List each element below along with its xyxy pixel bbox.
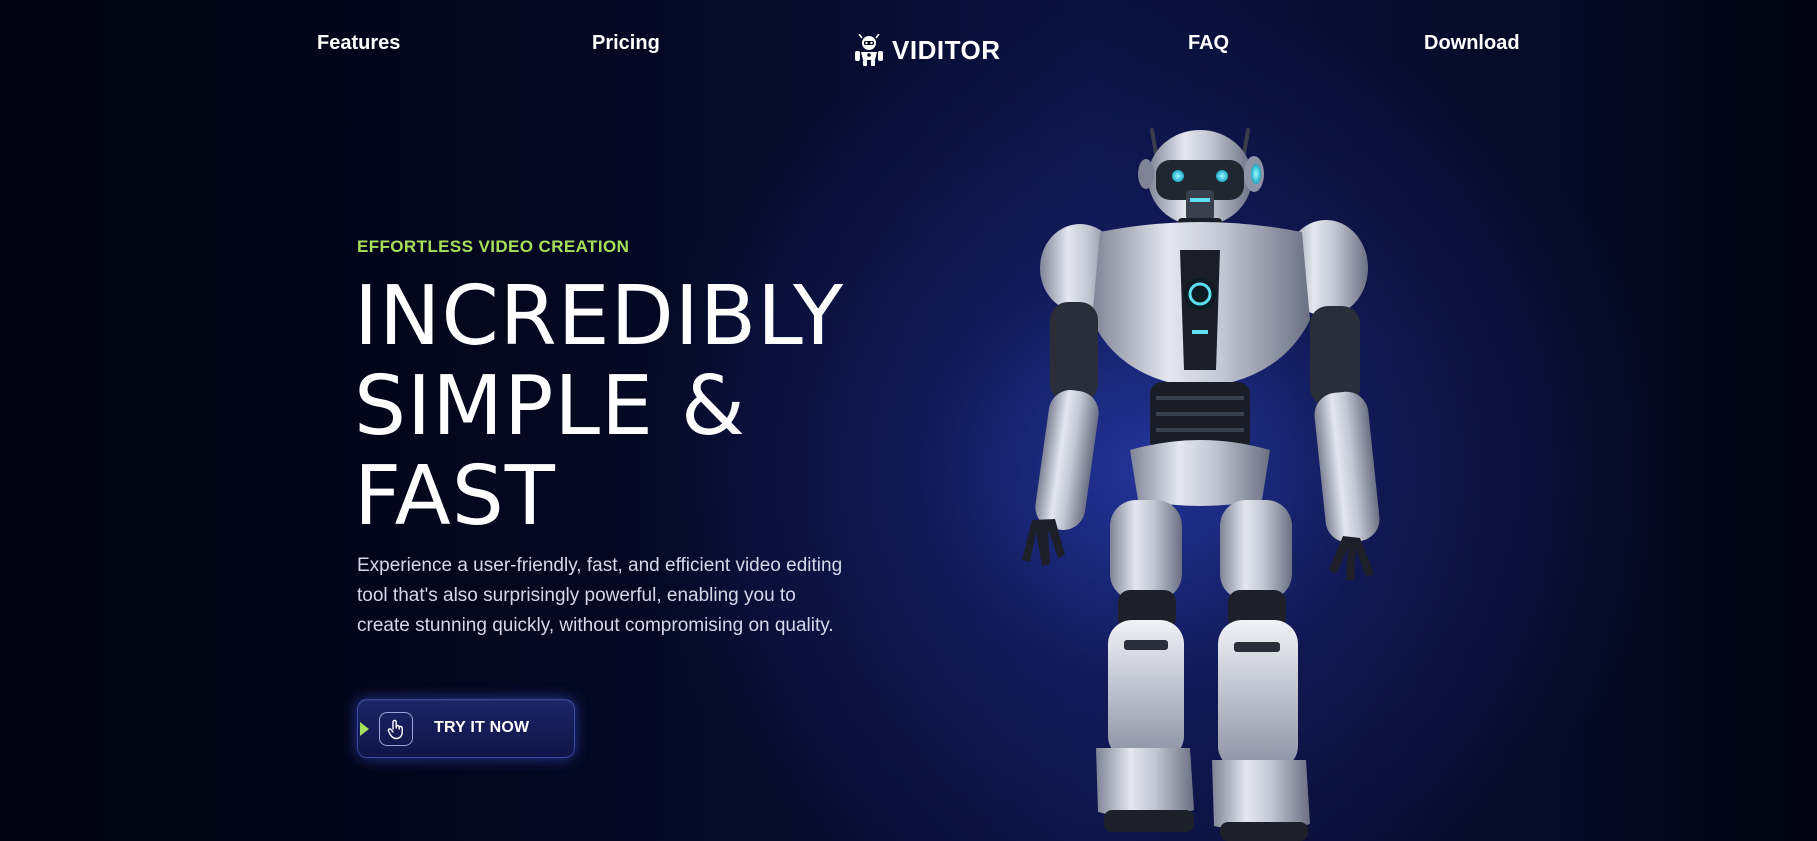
try-it-now-label: TRY IT NOW (434, 719, 530, 736)
page: Features Pricing VIDITOR FAQ Download EF… (0, 0, 1817, 841)
nav-features-link[interactable]: Features (317, 32, 400, 55)
logo[interactable]: VIDITOR (854, 34, 1000, 66)
try-it-now-button[interactable]: TRY IT NOW (357, 699, 575, 758)
nav-download-link[interactable]: Download (1424, 32, 1520, 55)
nav-pricing-link[interactable]: Pricing (592, 32, 660, 55)
hero-eyebrow: EFFORTLESS VIDEO CREATION (357, 237, 630, 256)
hero-description: Experience a user-friendly, fast, and ef… (357, 555, 843, 636)
robot-illustration (1022, 128, 1380, 841)
tap-hand-icon (379, 712, 413, 746)
logo-text: VIDITOR (892, 34, 1001, 65)
headline-line-2: SIMPLE & (354, 359, 746, 454)
headline-line-1: INCREDIBLY (354, 269, 845, 364)
hero-headline: INCREDIBLY SIMPLE & FAST (354, 272, 844, 542)
robot-head-icon (855, 34, 883, 66)
nav-faq-link[interactable]: FAQ (1188, 32, 1229, 55)
play-arrow-icon (360, 722, 369, 736)
headline-line-3: FAST (354, 449, 556, 544)
